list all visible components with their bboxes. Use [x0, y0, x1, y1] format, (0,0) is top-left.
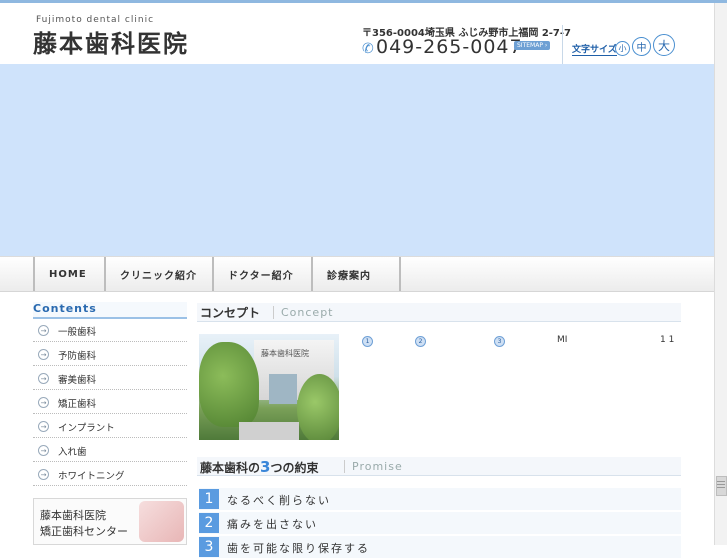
nav-doctor[interactable]: ドクター紹介: [212, 257, 310, 291]
sidebar-item-implant[interactable]: → インプラント: [33, 416, 187, 438]
concept-title-en: Concept: [273, 306, 334, 319]
clinic-building-photo: 藤本歯科医院: [199, 334, 339, 440]
entrance-steps: [239, 422, 299, 440]
nav-home[interactable]: HOME: [33, 257, 103, 291]
logo-japanese[interactable]: 藤本歯科医院: [33, 24, 189, 59]
vertical-scrollbar[interactable]: [714, 3, 727, 545]
orthodontic-center-banner[interactable]: 藤本歯科医院 矯正歯科センター: [33, 498, 187, 545]
arrow-right-icon: →: [38, 445, 49, 456]
scroll-grip-line: [717, 484, 725, 485]
concept-title-jp: コンセプト: [200, 306, 261, 320]
promise-heading: 藤本歯科の3つの約束 Promise: [197, 457, 681, 476]
phone-icon: ✆: [362, 41, 374, 57]
banner-subtitle: 矯正歯科センター: [40, 525, 128, 538]
hero-image-area: [0, 64, 714, 256]
site-header: Fujimoto dental clinic 藤本歯科医院 〒356-0004埼…: [0, 3, 714, 65]
promise-title-post: つの約束: [270, 461, 319, 475]
arrow-right-icon: →: [38, 421, 49, 432]
font-size-medium-button[interactable]: 中: [632, 37, 651, 56]
sidebar-item-cosmetic[interactable]: → 審美歯科: [33, 368, 187, 390]
scroll-grip-line: [717, 487, 725, 488]
phone-number: 049-265-0047: [376, 36, 523, 58]
global-nav: HOME クリニック紹介 ドクター紹介 診療案内: [0, 256, 714, 292]
concept-text-11: 1 1: [660, 335, 675, 345]
nav-services[interactable]: 診療案内: [311, 257, 401, 291]
sitemap-button[interactable]: SITEMAP ›: [514, 41, 551, 50]
promise-text: なるべく削らない: [227, 494, 331, 507]
sidebar-title: Contents: [33, 302, 187, 319]
arrow-right-icon: →: [38, 469, 49, 480]
sidebar-item-orthodontics[interactable]: → 矯正歯科: [33, 392, 187, 414]
arrow-right-icon: →: [38, 325, 49, 336]
arrow-right-icon: →: [38, 349, 49, 360]
sidebar-item-label: インプラント: [58, 422, 115, 434]
promise-title: 藤本歯科の3つの約束: [200, 458, 318, 476]
scroll-grip-line: [717, 481, 725, 482]
promise-title-en: Promise: [344, 460, 403, 473]
nav-clinic[interactable]: クリニック紹介: [104, 257, 211, 291]
sidebar-item-label: 矯正歯科: [58, 398, 97, 410]
sidebar-item-label: 審美歯科: [58, 374, 97, 386]
sidebar-item-whitening[interactable]: → ホワイトニング: [33, 464, 187, 486]
sidebar-item-preventive[interactable]: → 予防歯科: [33, 344, 187, 366]
arrow-right-icon: →: [38, 397, 49, 408]
sidebar-item-label: 予防歯科: [58, 350, 97, 362]
sitemap-label: SITEMAP: [517, 42, 543, 49]
concept-marker-1: 1: [362, 336, 373, 347]
promise-number: 3: [199, 537, 219, 557]
scrollbar-thumb[interactable]: [716, 476, 727, 496]
header-divider: [562, 25, 563, 65]
sidebar-item-label: 入れ歯: [58, 446, 87, 458]
promise-item-2: 2 痛みを出さない: [199, 512, 681, 534]
promise-text: 歯を可能な限り保存する: [227, 542, 370, 555]
sidebar-item-general[interactable]: → 一般歯科: [33, 320, 187, 342]
concept-marker-3: 3: [494, 336, 505, 347]
sidebar-item-label: 一般歯科: [58, 326, 97, 338]
sidebar-item-label: ホワイトニング: [58, 470, 125, 482]
concept-marker-2: 2: [415, 336, 426, 347]
building-sign: 藤本歯科医院: [261, 349, 309, 358]
promise-item-1: 1 なるべく削らない: [199, 488, 681, 510]
entrance: [269, 374, 297, 404]
promise-number: 1: [199, 489, 219, 509]
promise-title-num: 3: [260, 458, 271, 476]
arrow-right-icon: →: [38, 373, 49, 384]
font-size-small-button[interactable]: 小: [615, 41, 630, 56]
font-size-large-button[interactable]: 大: [653, 34, 675, 56]
font-size-label: 文字サイズ: [572, 42, 617, 56]
teeth-photo: [139, 501, 184, 542]
concept-text-mi: MI: [557, 335, 568, 345]
concept-heading: コンセプト Concept: [197, 303, 681, 322]
promise-item-3: 3 歯を可能な限り保存する: [199, 536, 681, 558]
promise-text: 痛みを出さない: [227, 518, 318, 531]
banner-title: 藤本歯科医院: [40, 509, 106, 522]
promise-number: 2: [199, 513, 219, 533]
promise-title-pre: 藤本歯科の: [200, 461, 261, 475]
tree: [199, 342, 259, 427]
sidebar-item-dentures[interactable]: → 入れ歯: [33, 440, 187, 462]
tree: [297, 374, 339, 440]
